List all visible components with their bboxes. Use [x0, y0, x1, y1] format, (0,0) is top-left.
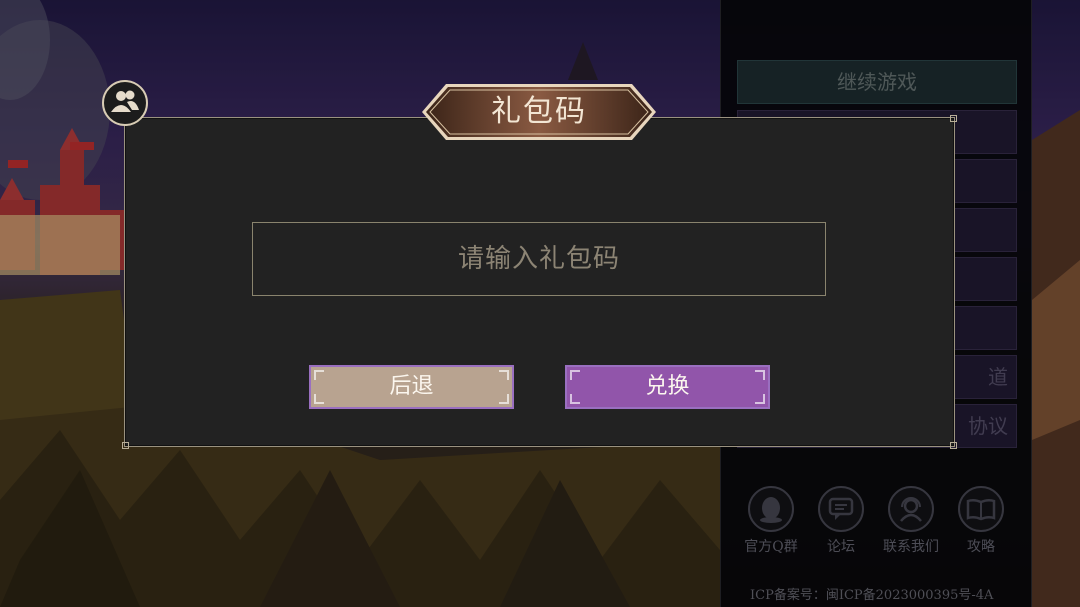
back-button[interactable]: 后退 — [309, 365, 514, 409]
dialog-corner-ornament — [950, 442, 957, 449]
user-group-icon — [110, 88, 140, 118]
dialog-title: 礼包码 — [491, 94, 587, 129]
dialog-title-banner: 礼包码 — [420, 82, 658, 142]
dialog-corner-ornament — [122, 442, 129, 449]
dialog-corner-ornament — [950, 115, 957, 122]
gift-code-input[interactable] — [252, 222, 826, 296]
back-button-label: 后退 — [389, 374, 434, 399]
redeem-button[interactable]: 兑换 — [565, 365, 770, 409]
redeem-button-label: 兑换 — [645, 374, 690, 399]
account-button[interactable] — [102, 80, 148, 126]
